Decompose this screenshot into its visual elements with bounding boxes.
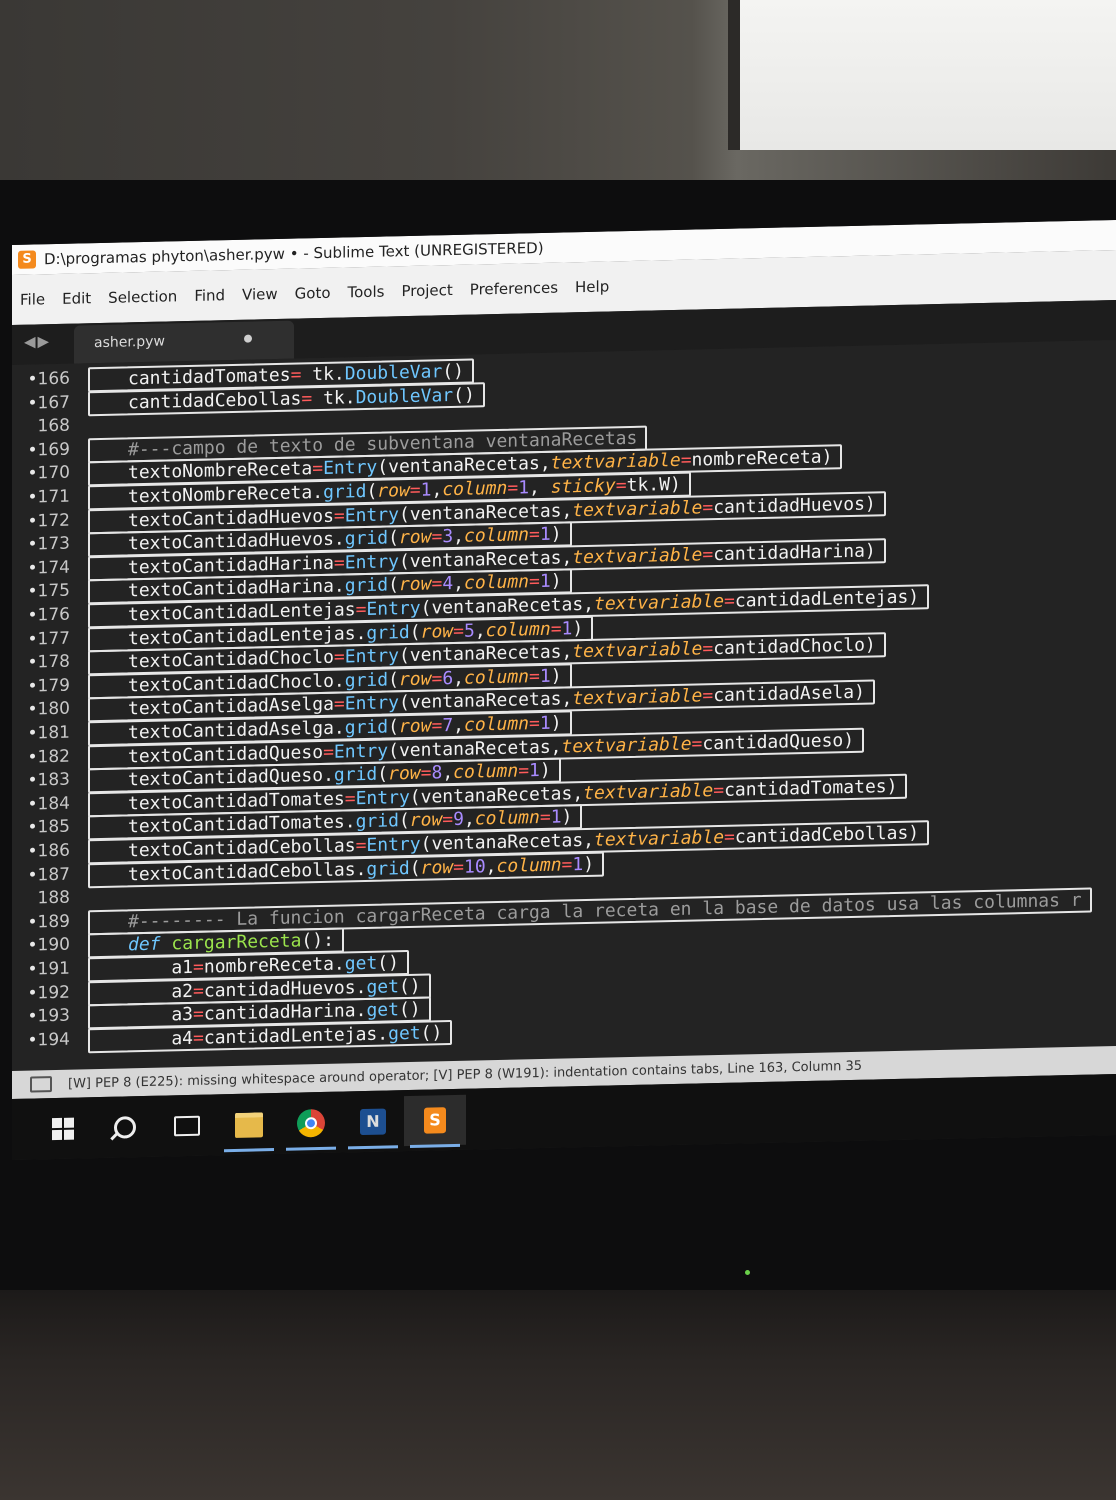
- tab-asher-pyw[interactable]: asher.pyw: [74, 320, 294, 364]
- monitor-screen: S D:\programas phyton\asher.pyw • - Subl…: [12, 219, 1116, 1161]
- line-number[interactable]: •186: [12, 840, 70, 864]
- sublime-text-icon: S: [424, 1107, 446, 1134]
- chrome-button[interactable]: [280, 1098, 342, 1149]
- code-editor[interactable]: •166 cantidadTomates= tk.DoubleVar() •167 c…: [12, 339, 1116, 1071]
- background-window-frame: [728, 0, 740, 150]
- line-number[interactable]: •172: [12, 509, 70, 533]
- menu-view[interactable]: View: [242, 285, 278, 304]
- line-number[interactable]: •192: [12, 981, 70, 1005]
- start-button[interactable]: [32, 1103, 94, 1154]
- line-number[interactable]: •180: [12, 698, 70, 722]
- menu-tools[interactable]: Tools: [348, 283, 385, 302]
- tab-navigation-arrows-icon[interactable]: ◀▶: [24, 332, 51, 351]
- monitor-power-led: [745, 1270, 750, 1275]
- line-number[interactable]: 168: [12, 415, 70, 439]
- line-number[interactable]: •173: [12, 533, 70, 557]
- sublime-text-taskbar-button[interactable]: S: [404, 1094, 466, 1147]
- line-number[interactable]: •193: [12, 1005, 70, 1029]
- file-explorer-button[interactable]: [218, 1099, 280, 1150]
- line-number[interactable]: •182: [12, 745, 70, 769]
- line-number[interactable]: •179: [12, 674, 70, 698]
- search-icon: [114, 1116, 136, 1139]
- menu-preferences[interactable]: Preferences: [470, 279, 558, 299]
- search-button[interactable]: [94, 1102, 156, 1153]
- task-view-icon: [174, 1115, 200, 1137]
- line-number[interactable]: •190: [12, 934, 70, 958]
- python-idle-icon: N: [360, 1108, 386, 1136]
- line-number[interactable]: 188: [12, 887, 70, 911]
- windows-logo-icon: [52, 1117, 74, 1141]
- line-number[interactable]: •185: [12, 816, 70, 840]
- line-number[interactable]: •166: [12, 368, 70, 392]
- line-number[interactable]: •178: [12, 651, 70, 675]
- sublime-logo-icon: S: [18, 250, 36, 269]
- menu-file[interactable]: File: [20, 290, 45, 309]
- task-view-button[interactable]: [156, 1100, 218, 1151]
- line-number[interactable]: •174: [12, 556, 70, 580]
- line-number[interactable]: •170: [12, 462, 70, 486]
- file-explorer-icon: [235, 1111, 263, 1138]
- menu-find[interactable]: Find: [194, 286, 225, 305]
- line-number[interactable]: •181: [12, 722, 70, 746]
- line-number[interactable]: •171: [12, 486, 70, 510]
- desk-surface: [0, 1290, 1116, 1500]
- background-window: [738, 0, 1116, 150]
- line-number[interactable]: •177: [12, 627, 70, 651]
- line-number[interactable]: •194: [12, 1028, 70, 1052]
- menu-help[interactable]: Help: [575, 277, 609, 296]
- menu-edit[interactable]: Edit: [62, 289, 91, 308]
- line-number[interactable]: •189: [12, 910, 70, 934]
- line-number[interactable]: •175: [12, 580, 70, 604]
- menu-selection[interactable]: Selection: [108, 287, 177, 307]
- line-number[interactable]: •167: [12, 391, 70, 415]
- tab-label: asher.pyw: [94, 333, 165, 352]
- menu-goto[interactable]: Goto: [295, 284, 331, 303]
- line-number[interactable]: •187: [12, 863, 70, 887]
- python-idle-button[interactable]: N: [342, 1096, 404, 1147]
- unsaved-dot-icon[interactable]: [244, 334, 252, 343]
- line-number[interactable]: •184: [12, 792, 70, 816]
- line-number[interactable]: •176: [12, 604, 70, 628]
- line-number[interactable]: •191: [12, 958, 70, 982]
- line-number[interactable]: •169: [12, 438, 70, 462]
- panel-toggle-icon[interactable]: [30, 1076, 52, 1093]
- line-number[interactable]: •183: [12, 769, 70, 793]
- chrome-icon: [297, 1108, 325, 1138]
- menu-project[interactable]: Project: [401, 281, 452, 300]
